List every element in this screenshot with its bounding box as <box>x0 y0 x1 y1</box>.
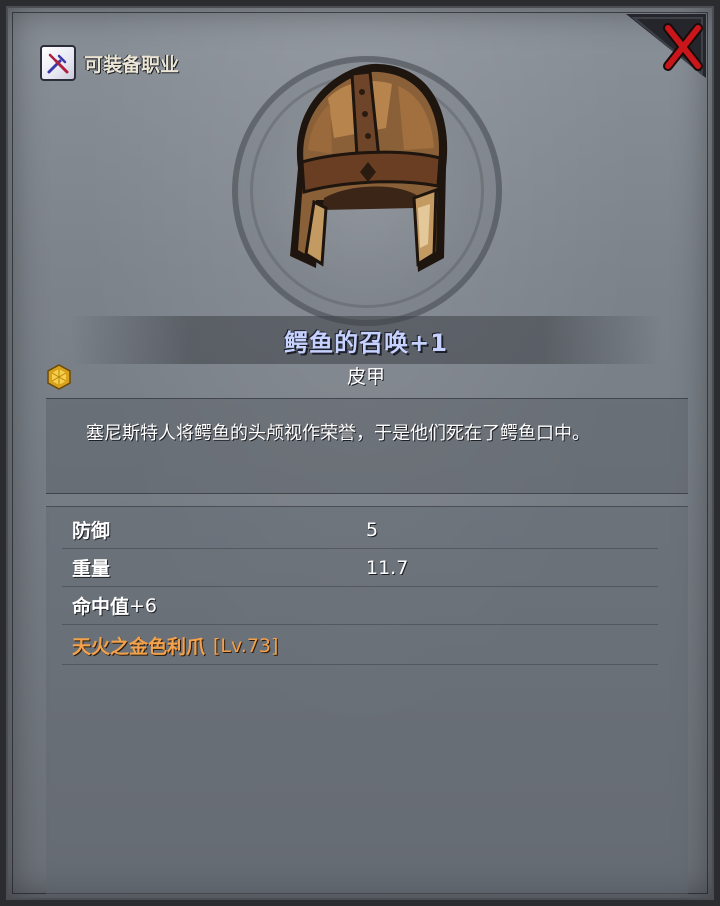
item-tooltip-panel: 可装备职业 鳄鱼的召唤+1 皮甲 塞尼斯特人将鳄鱼的头颅视作荣誉，于是他们死在了… <box>0 0 720 906</box>
stats-panel: 防御 5 重量 11.7 命中值 +6 天火之金色利爪 [Lv.73] <box>46 506 688 894</box>
equippable-class-label: 可装备职业 <box>84 53 180 76</box>
crossed-weapons-icon <box>40 45 76 81</box>
stat-value: 11.7 <box>366 556 409 579</box>
stat-value: 5 <box>366 518 379 541</box>
item-description: 塞尼斯特人将鳄鱼的头颅视作荣誉，于是他们死在了鳄鱼口中。 <box>86 423 590 444</box>
item-title: 鳄鱼的召唤+1 <box>284 328 448 357</box>
stat-row-hit-bonus: 命中值 +6 <box>62 587 658 625</box>
stat-label: 防御 <box>72 520 111 542</box>
item-description-box: 塞尼斯特人将鳄鱼的头颅视作荣誉，于是他们死在了鳄鱼口中。 <box>46 398 688 494</box>
equippable-class-badge[interactable]: 可装备职业 <box>40 44 179 82</box>
set-row[interactable]: 天火之金色利爪 [Lv.73] <box>62 627 658 665</box>
close-button[interactable] <box>604 6 714 78</box>
stat-label: 重量 <box>72 558 111 580</box>
bonus-label: 命中值 <box>72 596 130 618</box>
stat-row-weight: 重量 11.7 <box>62 549 658 587</box>
set-name: 天火之金色利爪 <box>72 636 206 658</box>
set-level: [Lv.73] <box>213 634 279 657</box>
item-title-banner: 鳄鱼的召唤+1 <box>70 316 662 364</box>
leather-helmet-icon <box>268 58 458 278</box>
stat-row-defense: 防御 5 <box>62 511 658 549</box>
bonus-value: +6 <box>129 594 158 617</box>
item-type: 皮甲 <box>346 366 385 388</box>
